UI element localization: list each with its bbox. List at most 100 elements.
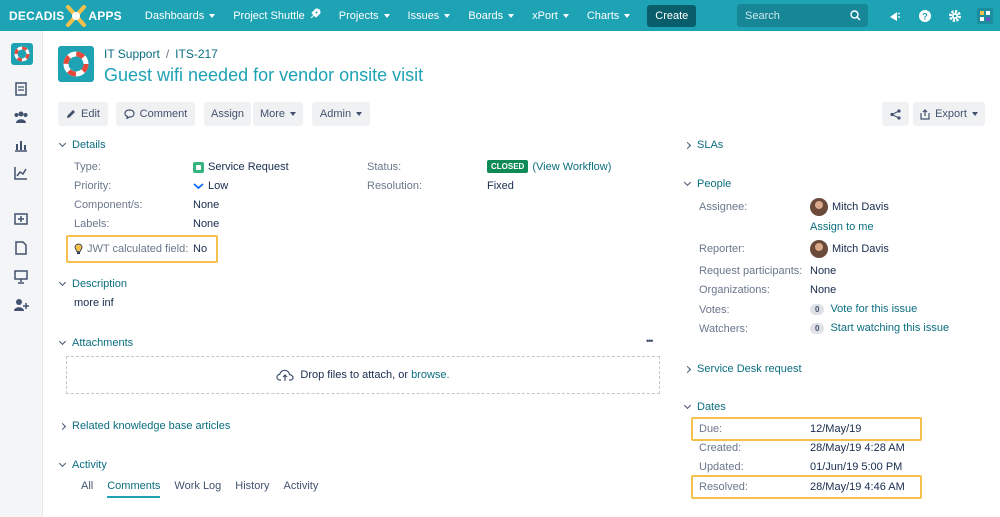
breadcrumb: IT Support / ITS-217 [104,47,218,61]
type-label: Type: [74,161,101,173]
updated-value: 01/Jun/19 5:00 PM [810,461,903,473]
service-desk-section-toggle[interactable]: Service Desk request [683,363,802,375]
organizations-label: Organizations: [699,284,770,296]
updated-label: Updated: [699,461,744,473]
nav-boards[interactable]: Boards [459,0,523,31]
nav-label: Boards [468,9,504,22]
participants-label: Request participants: [699,265,803,277]
activity-tabs: All Comments Work Log History Activity [81,480,332,498]
breadcrumb-separator: / [165,47,170,61]
admin-button[interactable]: Admin [312,102,370,126]
reports-icon[interactable] [11,135,31,155]
tab-comments[interactable]: Comments [107,480,161,498]
queues-icon[interactable] [11,79,31,99]
type-value: Service Request [193,161,289,173]
organizations-value: None [810,284,837,296]
tab-activity[interactable]: Activity [284,480,319,498]
jwt-field-label: JWT calculated field: [87,243,189,255]
nav-issues[interactable]: Issues [399,0,460,31]
nav-xport[interactable]: xPort [523,0,578,31]
jwt-field-label-wrap: JWT calculated field: [74,243,188,255]
reporter-value[interactable]: Mitch Davis [810,240,889,258]
assignee-label: Assignee: [699,201,748,213]
more-button[interactable]: More [253,102,303,126]
gear-icon[interactable] [940,9,970,23]
attachments-more-button[interactable]: ••• [646,336,654,346]
add-item-icon[interactable] [11,209,31,229]
chevron-down-icon [58,459,67,468]
comment-button[interactable]: Comment [116,102,195,126]
line-chart-icon[interactable] [11,163,31,183]
participants-value: None [810,265,837,277]
notifications-icon[interactable] [880,9,910,23]
tab-work-log[interactable]: Work Log [174,480,221,498]
watch-link[interactable]: Start watching this issue [830,322,949,334]
watchers-label: Watchers: [699,323,749,335]
votes-value: 0 Vote for this issue [810,303,917,315]
chevron-down-icon [58,278,67,287]
chevron-right-icon [683,141,692,149]
brand-logo[interactable]: DECADIS APPS [9,4,122,27]
customers-icon[interactable] [11,107,31,127]
add-user-icon[interactable] [11,295,31,315]
search-placeholder: Search [745,9,780,22]
pencil-icon [67,110,76,118]
description-section-toggle[interactable]: Description [58,278,127,290]
knowledge-heading: Related knowledge base articles [72,420,231,432]
tab-all[interactable]: All [81,480,93,498]
attachment-dropzone[interactable]: Drop files to attach, or browse. [66,356,660,394]
top-navigation-bar: DECADIS APPS Dashboards Project Shuttle … [0,0,1000,31]
knowledge-section-toggle[interactable]: Related knowledge base articles [58,420,231,432]
details-section-toggle[interactable]: Details [58,139,106,151]
nav-charts[interactable]: Charts [578,0,639,31]
nav-label: Project Shuttle [233,9,305,22]
assign-to-me-link[interactable]: Assign to me [810,221,874,233]
nav-label: Dashboards [144,9,205,22]
create-button[interactable]: Create [647,4,697,27]
attachments-heading: Attachments [72,337,134,349]
attachments-section-toggle[interactable]: Attachments [58,337,134,349]
brand-right-text: APPS [88,8,122,23]
chevron-right-icon [683,365,692,373]
status-label: Status: [367,161,402,173]
project-avatar[interactable] [58,46,94,82]
tab-history[interactable]: History [235,480,269,498]
browse-link[interactable]: browse. [411,369,450,381]
logo-x-icon [65,4,87,27]
export-button[interactable]: Export [913,102,985,126]
export-icon [920,108,930,120]
search-icon [850,10,861,21]
view-workflow-link[interactable]: (View Workflow) [532,161,611,173]
slas-section-toggle[interactable]: SLAs [683,139,723,151]
assignee-value[interactable]: Mitch Davis [810,198,889,216]
help-icon[interactable]: ? [910,9,940,23]
description-text[interactable]: more inf [74,297,114,309]
page-icon[interactable] [11,238,31,258]
edit-button[interactable]: Edit [58,102,108,126]
monitor-icon[interactable] [11,267,31,287]
main-nav: Dashboards Project Shuttle Projects Issu… [136,0,697,31]
comment-icon [124,109,135,119]
search-input[interactable]: Search [737,4,868,27]
due-date-highlight [691,417,922,441]
resolved-value: 28/May/19 4:46 AM [810,481,905,493]
breadcrumb-issue-key[interactable]: ITS-217 [175,47,218,61]
project-avatar-small[interactable] [11,43,33,65]
chevron-down-icon [58,139,67,148]
nav-dashboards[interactable]: Dashboards [136,0,224,31]
user-avatar[interactable] [970,7,1000,24]
edit-label: Edit [81,108,100,120]
assign-button[interactable]: Assign [204,102,251,126]
issue-summary[interactable]: Guest wifi needed for vendor onsite visi… [104,65,423,86]
nav-project-shuttle[interactable]: Project Shuttle [224,0,330,31]
nav-projects[interactable]: Projects [330,0,399,31]
activity-section-toggle[interactable]: Activity [58,459,107,471]
components-value: None [193,199,220,211]
vote-link[interactable]: Vote for this issue [830,303,917,315]
avatar [810,198,828,216]
people-section-toggle[interactable]: People [683,178,731,190]
svg-text:?: ? [922,11,928,21]
dates-section-toggle[interactable]: Dates [683,401,726,413]
share-button[interactable] [882,102,909,126]
breadcrumb-project[interactable]: IT Support [104,47,160,61]
